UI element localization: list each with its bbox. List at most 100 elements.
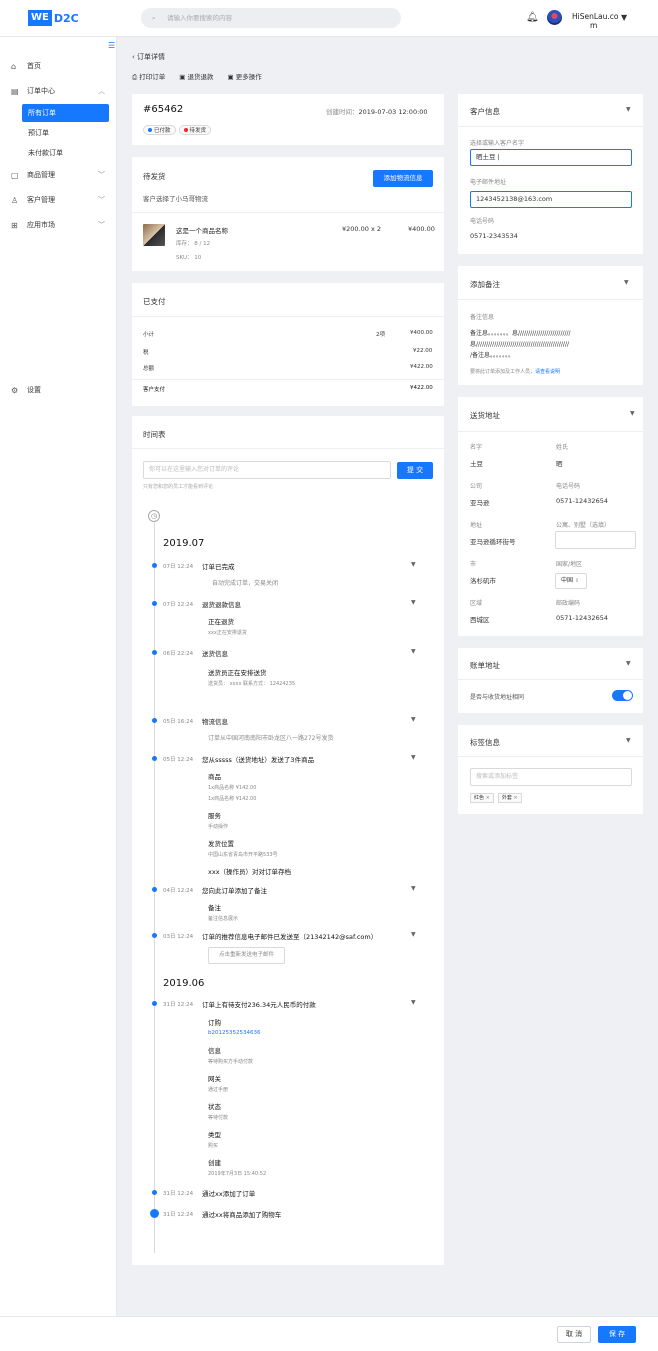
comment-input[interactable]: 你可以在这里输入您对订单的评论 [143,461,391,479]
timeline-year: 2019.07 [163,538,205,549]
last-name-value: 晒 [556,460,563,468]
sidebar-item-pre-orders[interactable]: 预订单 [22,124,109,142]
sidebar-item-all-orders[interactable]: 所有订单 [22,104,109,122]
event-sub: 服务 [208,812,221,820]
sidebar-item-label: 客户管理 [27,196,55,204]
chevron-down-icon[interactable]: ▼ [411,648,416,655]
address-title: 送货地址 [470,411,500,420]
badge-label: 已付款 [154,128,171,134]
total-value: ¥422.00 [410,364,433,370]
event-time: 31日 12:24 [163,1212,194,1218]
event-title: 退货退款信息 [202,601,241,609]
sidebar-item-customers[interactable]: ♙ 客户管理 ﹀ [0,191,117,209]
remark-title: 添加备注 [470,280,500,289]
zip-value: 0571-12432654 [556,614,608,622]
submit-comment-button[interactable]: 提 交 [397,462,433,479]
email-input[interactable]: 1243452138@163.com [470,191,632,208]
menu-collapse-icon[interactable]: ☰ [108,41,115,50]
search-input[interactable]: ⌕ 请输入你要搜索的内容 [141,8,401,28]
country-select[interactable]: 中国 ⇕ [555,573,587,589]
billing-card: 账单地址 ▼ 是否与收货地址相同 [458,648,643,713]
event-desc: 送货员： xxxx 联系方式： 12424235 [208,681,296,687]
event-archive: xxx（操作员）对对订单存档 [208,868,292,876]
sidebar-item-products[interactable]: ▢ 商品管理 ﹀ [0,166,117,184]
select-arrows-icon: ⇕ [574,578,580,584]
chevron-down-icon[interactable]: ▼ [411,561,416,568]
event-sub: 商品 [208,773,221,781]
divider [458,299,643,300]
add-logistics-button[interactable]: 添加物流信息 [373,170,433,187]
district-label: 区域 [470,600,483,607]
logo[interactable]: WE D2C [28,10,79,26]
sidebar-item-unpaid-orders[interactable]: 未付款订单 [22,144,109,162]
sidebar-item-label: 首页 [27,62,41,70]
chevron-down-icon[interactable]: ▼ [411,931,416,938]
timeline-dot [152,887,157,892]
chevron-down-icon[interactable]: ▼ [411,999,416,1006]
close-icon[interactable]: × [486,795,490,801]
chevron-down-icon[interactable]: ▼ [630,410,635,417]
chevron-down-icon[interactable]: ▼ [411,885,416,892]
apt-input[interactable] [555,531,636,549]
chevron-down-icon[interactable]: ▼ [411,599,416,606]
remark-line-2: 息///////////////////////////////////////… [470,341,569,348]
order-link[interactable]: b20125352534636 [208,1030,260,1036]
resend-email-button[interactable]: 点击重新发送电子邮件 [208,947,285,964]
event-sub: 类型 [208,1131,221,1139]
sidebar-item-home[interactable]: ⌂ 首页 [0,57,117,75]
subtotal-count: 2项 [376,332,385,338]
tag-search-input[interactable]: 搜索或添加标签 [470,768,632,786]
logo-d2c: D2C [53,11,79,25]
chevron-down-icon: ﹀ [98,196,105,204]
timeline-dot [152,650,157,655]
timeline-dot [152,718,157,723]
chevron-down-icon[interactable]: ▼ [626,106,631,113]
bell-icon[interactable]: 🔔︎ [526,12,539,23]
chevron-down-icon: ﹀ [98,171,105,179]
close-icon[interactable]: × [513,795,517,801]
sidebar-item-orders[interactable]: ▤ 订单中心 ︿ [0,82,117,100]
address-card: 送货地址 ▼ 名字 姓氏 土豆 晒 公司 电话号码 亚马逊 0571-12432… [458,397,643,636]
remark-line-1: 备注息。。。。。。。息////////////////////////// [470,330,571,337]
shipping-note: 客户选择了小马哥物流 [143,195,208,203]
chevron-down-icon[interactable]: ▼ [624,279,629,286]
event-goods-1: 1x商品名称 ¥142.00 [208,785,257,791]
users-icon: ♙ [11,195,19,205]
event-title: 您从sssss（送货地址）发送了3件商品 [202,756,315,764]
user-name-line2: m [590,21,598,30]
created-value: 2019-07-03 12:00:00 [358,108,428,116]
divider [132,448,444,449]
item-name[interactable]: 这是一个商品名称 [176,225,228,235]
home-icon: ⌂ [11,61,17,71]
sidebar-item-apps[interactable]: ⊞ 应用市场 ﹀ [0,216,117,234]
breadcrumb[interactable]: ‹ 订单详情 [132,52,165,62]
company-label: 公司 [470,483,483,490]
divider [132,316,444,317]
timeline-dot [152,1001,157,1006]
save-button[interactable]: 保 存 [598,1326,636,1343]
cancel-button[interactable]: 取 消 [557,1326,591,1343]
country-label: 国家/地区 [556,561,583,568]
company-value: 亚马逊 [470,499,490,507]
event-title: 订单已完成 [202,563,235,571]
avatar[interactable] [547,10,562,25]
chevron-down-icon[interactable]: ▼ [626,737,631,744]
event-time: 31日 12:24 [163,1191,194,1197]
chevron-down-icon: ﹀ [98,221,105,229]
event-goods-2: 1x商品名称 ¥142.00 [208,796,257,802]
return-refund-button[interactable]: ▣ 退货退款 [179,71,213,82]
billing-same-toggle[interactable] [612,690,633,701]
chevron-down-icon[interactable]: ▼ [626,660,631,667]
chevron-down-icon[interactable]: ▼ [411,716,416,723]
print-order-button[interactable]: ⎙ 打印订单 [132,71,165,82]
remark-hint-link[interactable]: 请查看说明 [535,369,560,375]
customer-name-input[interactable]: 晒土豆 | [470,149,632,166]
chevron-down-icon[interactable]: ▼ [411,754,416,761]
tag-item[interactable]: 外套 × [497,793,522,803]
tag-item[interactable]: 红色 × [470,793,494,803]
sidebar-item-settings[interactable]: ⚙ 设置 [0,381,117,399]
more-actions-button[interactable]: ▣ 更多操作 [228,71,262,82]
event-title: 订单上有待支付236.34元人民币的付款 [202,1001,316,1009]
caret-down-icon[interactable]: ▼ [621,13,627,22]
sidebar: ☰ ⌂ 首页 ▤ 订单中心 ︿ 所有订单 预订单 未付款订单 ▢ 商品管理 ﹀ … [0,37,117,1316]
